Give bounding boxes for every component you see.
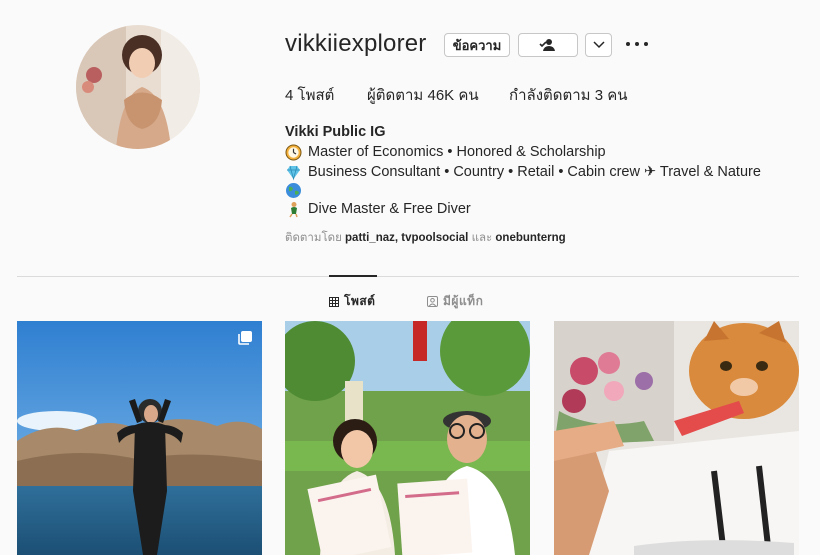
grid-icon [329,296,339,307]
followed-by-text[interactable]: ติดตามโดย patti_naz, tvpoolsocial และ on… [285,229,566,247]
tab-tagged[interactable]: มีผู้แท็ก [427,292,483,311]
bio-text: Dive Master & Free Diver [308,201,471,217]
followed-by-names[interactable]: patti_naz, tvpoolsocial [345,232,468,244]
profile-avatar[interactable] [76,25,200,149]
post-thumbnail[interactable] [285,321,530,555]
more-options-button[interactable] [626,36,648,52]
followed-by-and: และ [471,232,493,244]
tab-label: โพสต์ [344,294,376,308]
tab-posts[interactable]: โพสต์ [329,292,375,311]
followers-count[interactable]: ผู้ติดตาม 46K คน [367,83,479,107]
suggested-accounts-dropdown[interactable] [585,33,612,57]
post-thumbnail[interactable] [554,321,799,555]
more-dot-icon [635,42,639,46]
posts-count: 4 โพสต์ [285,87,335,104]
profile-full-name: Vikki Public IG [285,124,386,140]
bio-line: Business Consultant • Country • Retail •… [285,162,761,182]
profile-username: vikkiiexplorer [285,30,427,57]
more-dot-icon [644,42,648,46]
person-check-icon [539,39,555,51]
following-button[interactable] [518,33,578,57]
message-button[interactable]: ข้อความ [444,33,510,57]
profile-bio: Vikki Public IG Master of Economics • Ho… [285,122,761,219]
more-dot-icon [626,42,630,46]
bio-text: Master of Economics • Honored & Scholars… [308,144,606,160]
bio-line [285,182,761,199]
clock-emoji-icon [285,144,302,160]
multiple-photos-icon [238,331,252,345]
tabs-divider [17,276,799,277]
followed-by-last[interactable]: onebunterng [495,232,565,244]
bio-text: Business Consultant • Country • Retail •… [308,164,761,180]
tagged-person-icon [427,296,438,307]
tab-label: มีผู้แท็ก [443,294,484,308]
active-tab-indicator [329,275,377,277]
bio-line: Master of Economics • Honored & Scholars… [285,142,761,162]
diver-emoji-icon [289,201,298,217]
gem-emoji-icon [287,165,300,181]
post-thumbnail[interactable] [17,321,262,555]
globe-emoji-icon [286,183,301,198]
followed-by-prefix: ติดตามโดย [285,232,342,244]
chevron-down-icon [592,41,605,49]
following-count[interactable]: กำลังติดตาม 3 คน [509,83,628,107]
bio-line: Dive Master & Free Diver [285,199,761,219]
